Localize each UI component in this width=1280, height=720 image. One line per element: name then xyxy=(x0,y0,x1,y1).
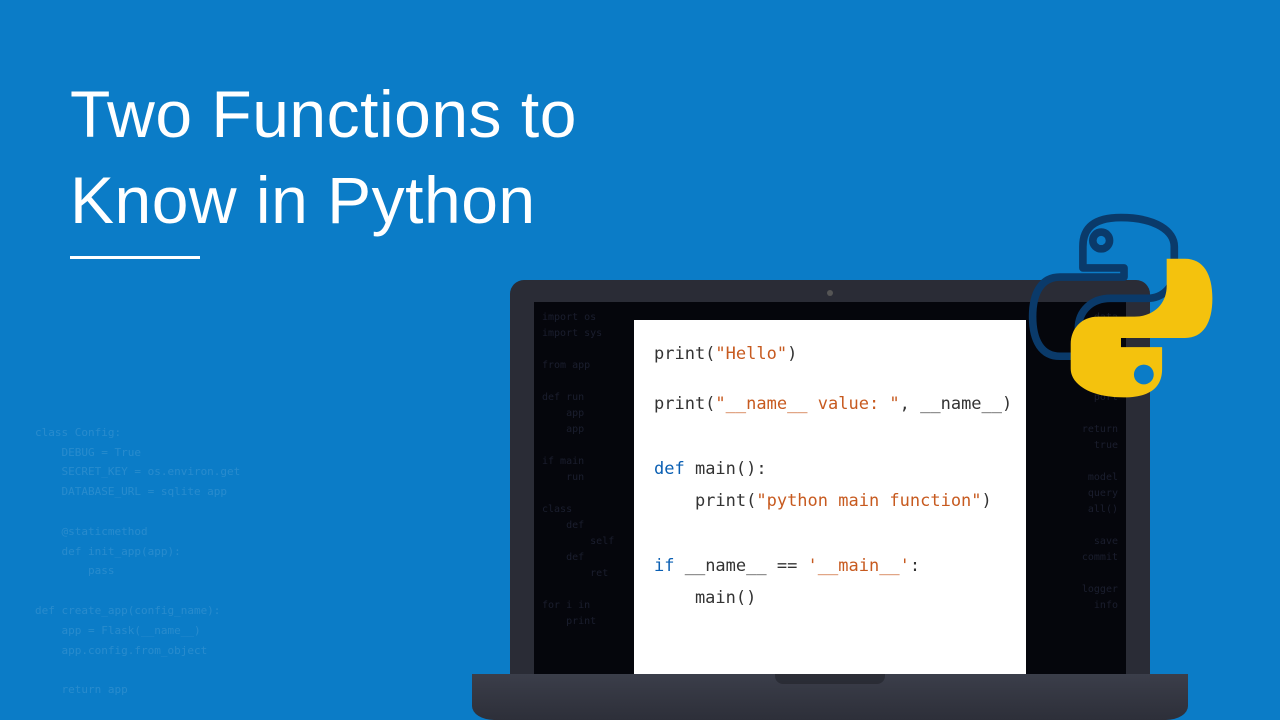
title-line-2: Know in Python xyxy=(70,158,577,244)
slide-title: Two Functions to Know in Python xyxy=(70,72,577,244)
code-line-6: main() xyxy=(654,586,1006,612)
dimmed-code-left: import os import sys from app def run ap… xyxy=(542,310,614,630)
code-line-1: print("Hello") xyxy=(654,342,1006,368)
camera-icon xyxy=(827,290,833,296)
python-logo-icon xyxy=(1025,210,1220,405)
code-editor-panel: print("Hello") print("__name__ value: ",… xyxy=(634,320,1026,680)
title-line-1: Two Functions to xyxy=(70,72,577,158)
code-line-2: print("__name__ value: ", __name__) xyxy=(654,392,1006,418)
code-line-3: def main(): xyxy=(654,457,1006,483)
laptop-base xyxy=(472,674,1188,720)
title-underline xyxy=(70,256,200,259)
background-code-watermark: class Config: DEBUG = True SECRET_KEY = … xyxy=(35,423,455,700)
code-line-4: print("python main function") xyxy=(654,489,1006,515)
code-line-5: if __name__ == '__main__': xyxy=(654,554,1006,580)
